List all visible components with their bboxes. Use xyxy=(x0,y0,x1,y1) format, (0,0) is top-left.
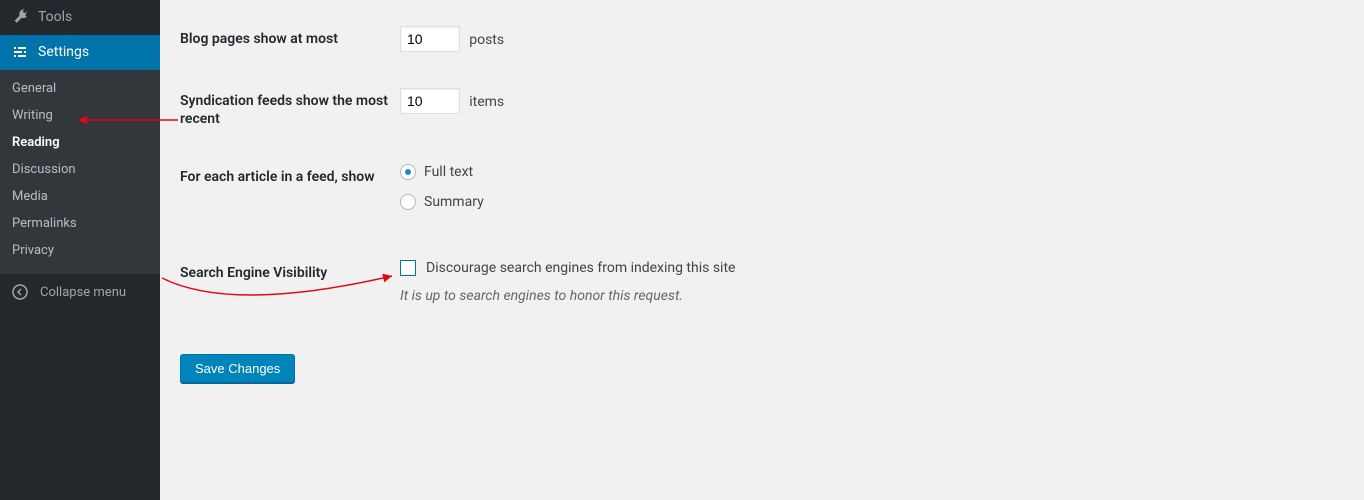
sidebar-item-tools[interactable]: Tools xyxy=(0,0,160,35)
admin-sidebar: Tools Settings General Writing Reading D… xyxy=(0,0,160,500)
radio-summary[interactable] xyxy=(400,194,416,210)
submenu-writing[interactable]: Writing xyxy=(0,102,160,129)
sidebar-tools-label: Tools xyxy=(38,9,72,25)
input-blog-pages[interactable] xyxy=(400,26,460,52)
settings-form: Blog pages show at most posts Syndicatio… xyxy=(180,20,1344,383)
label-article-feed: For each article in a feed, show xyxy=(180,158,400,224)
radio-row-summary[interactable]: Summary xyxy=(400,194,1344,210)
row-blog-pages: Blog pages show at most posts xyxy=(180,20,1344,52)
search-visibility-description: It is up to search engines to honor this… xyxy=(400,288,1344,304)
checkbox-discourage-label: Discourage search engines from indexing … xyxy=(426,260,735,276)
submenu-discussion[interactable]: Discussion xyxy=(0,156,160,183)
radio-fulltext-label: Full text xyxy=(424,164,473,180)
row-search-visibility: Search Engine Visibility Discourage sear… xyxy=(180,254,1344,304)
submenu-privacy[interactable]: Privacy xyxy=(0,237,160,264)
sliders-icon xyxy=(10,42,30,62)
settings-submenu: General Writing Reading Discussion Media… xyxy=(0,70,160,274)
sidebar-item-settings[interactable]: Settings xyxy=(0,35,160,70)
label-syndication: Syndication feeds show the most recent xyxy=(180,82,400,128)
radio-fulltext[interactable] xyxy=(400,164,416,180)
submenu-media[interactable]: Media xyxy=(0,183,160,210)
radio-row-fulltext[interactable]: Full text xyxy=(400,164,1344,180)
label-blog-pages: Blog pages show at most xyxy=(180,20,400,52)
row-article-feed: For each article in a feed, show Full te… xyxy=(180,158,1344,224)
submenu-permalinks[interactable]: Permalinks xyxy=(0,210,160,237)
submenu-general[interactable]: General xyxy=(0,75,160,102)
label-search-visibility: Search Engine Visibility xyxy=(180,254,400,304)
collapse-menu[interactable]: Collapse menu xyxy=(0,274,160,310)
suffix-items: items xyxy=(469,94,504,110)
input-syndication[interactable] xyxy=(400,88,460,114)
checkbox-discourage[interactable] xyxy=(400,260,416,276)
checkbox-row-discourage[interactable]: Discourage search engines from indexing … xyxy=(400,260,1344,276)
row-syndication: Syndication feeds show the most recent i… xyxy=(180,82,1344,128)
wrench-icon xyxy=(10,7,30,27)
main-content: Blog pages show at most posts Syndicatio… xyxy=(160,0,1364,500)
collapse-label: Collapse menu xyxy=(40,285,126,300)
radio-summary-label: Summary xyxy=(424,194,484,210)
sidebar-settings-label: Settings xyxy=(38,44,89,60)
submenu-reading[interactable]: Reading xyxy=(0,129,160,156)
collapse-icon xyxy=(10,282,30,302)
save-button[interactable]: Save Changes xyxy=(180,354,295,383)
suffix-posts: posts xyxy=(469,32,504,48)
